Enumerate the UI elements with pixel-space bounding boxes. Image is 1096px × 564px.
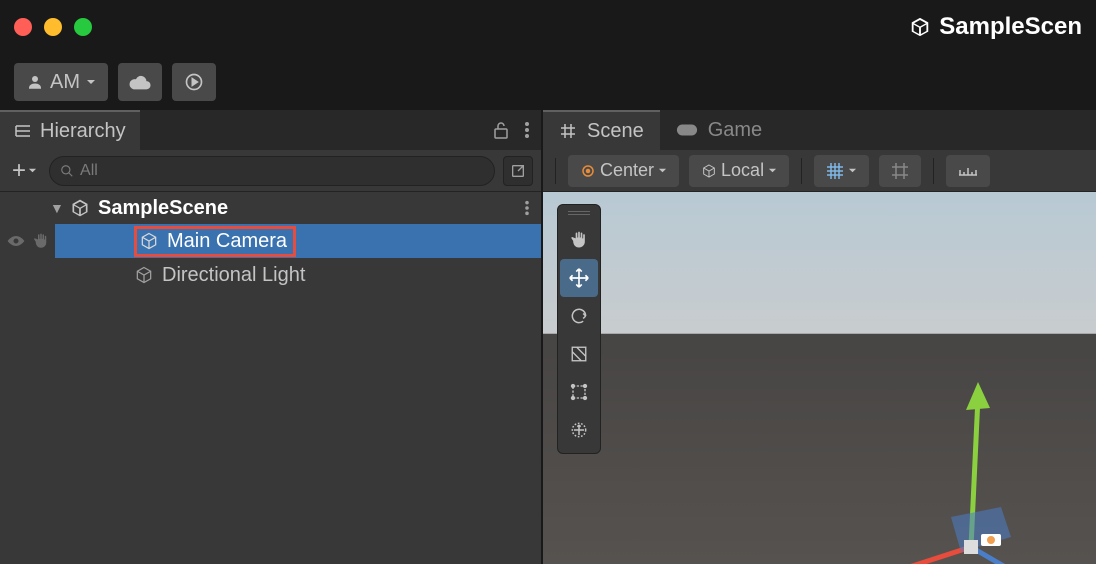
cube-icon (701, 163, 717, 179)
scene-tab-row: Scene Game (543, 110, 1096, 150)
scene-toolbar: Center Local (543, 150, 1096, 192)
move-tool[interactable] (560, 259, 598, 297)
rect-icon (570, 383, 588, 401)
cloud-button[interactable] (118, 63, 162, 101)
scene-tab-label: Scene (587, 120, 644, 143)
expand-search-button[interactable] (503, 156, 533, 186)
rotate-tool[interactable] (560, 297, 598, 335)
divider (933, 158, 934, 184)
window-title: SampleScen (909, 13, 1082, 41)
cube-icon (139, 231, 159, 251)
combined-transform-icon (569, 420, 589, 440)
hierarchy-tree: ▼ SampleScene Main Camera Directional Li… (0, 192, 541, 564)
unity-scene-icon (70, 198, 90, 218)
cube-icon (134, 265, 154, 285)
transform-gizmo[interactable] (756, 372, 1036, 564)
hierarchy-item-main-camera[interactable]: Main Camera (0, 224, 541, 258)
scene-row[interactable]: ▼ SampleScene (0, 192, 541, 224)
eye-icon[interactable] (6, 234, 26, 248)
expand-arrow-icon[interactable]: ▼ (50, 200, 64, 216)
drag-handle-icon[interactable] (568, 209, 590, 217)
play-icon (184, 72, 204, 92)
popout-icon (510, 163, 526, 179)
panel-menu-icon[interactable] (525, 121, 529, 139)
hand-icon (569, 230, 589, 250)
close-window-button[interactable] (14, 18, 32, 36)
object-name: Main Camera (167, 230, 287, 253)
account-label: AM (50, 71, 80, 94)
scene-name: SampleScene (98, 197, 228, 220)
search-placeholder: All (80, 162, 98, 180)
chevron-down-icon (768, 166, 777, 175)
grid-visibility-icon (826, 162, 844, 180)
grid-icon (559, 122, 577, 140)
plus-icon: + (12, 157, 26, 185)
game-tab[interactable]: Game (660, 110, 778, 150)
rotate-icon (569, 306, 589, 326)
scale-icon (570, 345, 588, 363)
rect-tool[interactable] (560, 373, 598, 411)
play-button[interactable] (172, 63, 216, 101)
scene-tool-palette (557, 204, 601, 454)
user-icon (26, 73, 44, 91)
pivot-icon (580, 163, 596, 179)
gamepad-icon (676, 123, 698, 137)
pivot-label: Center (600, 160, 654, 181)
window-controls (14, 18, 92, 36)
space-dropdown[interactable]: Local (689, 155, 789, 187)
scale-tool[interactable] (560, 335, 598, 373)
hand-icon[interactable] (32, 232, 50, 250)
top-toolbar: AM (0, 54, 1096, 110)
ruler-icon (958, 165, 978, 177)
chevron-down-icon (658, 166, 667, 175)
divider (801, 158, 802, 184)
titlebar: SampleScen (0, 0, 1096, 54)
maximize-window-button[interactable] (74, 18, 92, 36)
unity-icon (909, 16, 931, 38)
hierarchy-panel: Hierarchy + All ▼ Sample (0, 110, 543, 564)
scene-tab[interactable]: Scene (543, 110, 660, 150)
divider (555, 158, 556, 184)
chevron-down-icon (28, 166, 37, 175)
unlock-icon[interactable] (493, 121, 509, 139)
scene-panel: Scene Game Center Local (543, 110, 1096, 564)
hierarchy-tab[interactable]: Hierarchy (0, 110, 140, 150)
increment-snap[interactable] (946, 155, 990, 187)
hierarchy-toolbar: + All (0, 150, 541, 192)
move-icon (568, 267, 590, 289)
hand-tool[interactable] (560, 221, 598, 259)
scene-viewport[interactable] (543, 192, 1096, 564)
row-menu-icon[interactable] (525, 200, 529, 216)
game-tab-label: Game (708, 119, 762, 142)
transform-tool[interactable] (560, 411, 598, 449)
highlight-annotation: Main Camera (134, 226, 296, 257)
visibility-pick-icons (0, 224, 55, 258)
window-title-text: SampleScen (939, 13, 1082, 41)
search-icon (60, 164, 74, 178)
cloud-icon (129, 74, 151, 90)
hierarchy-tab-label: Hierarchy (40, 120, 126, 143)
account-button[interactable]: AM (14, 63, 108, 101)
chevron-down-icon (848, 166, 857, 175)
object-name: Directional Light (162, 264, 305, 287)
snap-icon (891, 162, 909, 180)
hierarchy-search-input[interactable]: All (49, 156, 495, 186)
chevron-down-icon (86, 77, 96, 87)
minimize-window-button[interactable] (44, 18, 62, 36)
hierarchy-tab-row: Hierarchy (0, 110, 541, 150)
hierarchy-item-directional-light[interactable]: Directional Light (0, 258, 541, 292)
pivot-dropdown[interactable]: Center (568, 155, 679, 187)
grid-toggle[interactable] (814, 155, 869, 187)
snap-toggle[interactable] (879, 155, 921, 187)
add-gameobject-button[interactable]: + (8, 157, 41, 185)
space-label: Local (721, 160, 764, 181)
hierarchy-icon (14, 124, 32, 138)
